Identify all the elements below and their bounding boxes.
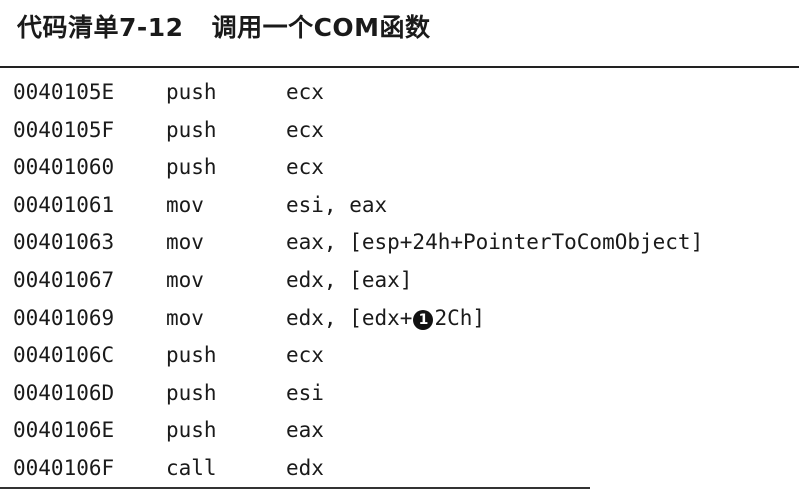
- operands: ecx: [286, 155, 324, 180]
- callout-marker-icon: 1: [413, 309, 434, 330]
- operands: ecx: [286, 117, 324, 142]
- operands-before-marker: edx, [edx+: [286, 305, 413, 330]
- mnemonic: mov: [166, 305, 204, 330]
- address: 0040106F: [13, 455, 115, 480]
- bottom-divider: [0, 487, 590, 489]
- address: 0040106C: [13, 343, 115, 368]
- address: 00401063: [13, 230, 115, 255]
- listing-caption: 代码清单7-12 调用一个COM函数: [17, 8, 431, 44]
- mnemonic: push: [166, 380, 217, 405]
- address: 0040105F: [13, 117, 115, 142]
- operands: eax, [esp+24h+PointerToComObject]: [286, 230, 704, 255]
- operands: esi, eax: [286, 192, 388, 217]
- operands: edx, [eax]: [286, 267, 413, 292]
- address: 00401069: [13, 305, 115, 330]
- operands-after-marker: 2Ch]: [434, 305, 486, 330]
- address: 00401060: [13, 155, 115, 180]
- address: 0040105E: [13, 80, 115, 104]
- operands: ecx: [286, 343, 324, 368]
- operands: eax: [286, 418, 324, 443]
- top-divider: [0, 66, 799, 68]
- mnemonic: push: [166, 155, 217, 180]
- mnemonic: push: [166, 418, 217, 443]
- operands: esi: [286, 380, 324, 405]
- mnemonic: mov: [166, 267, 204, 292]
- address: 00401061: [13, 192, 115, 217]
- operands: edx: [286, 455, 324, 480]
- mnemonic: push: [166, 343, 217, 368]
- address: 0040106E: [13, 418, 115, 443]
- operands: edx, [edx+ 1 2Ch]: [286, 300, 485, 338]
- mnemonic: mov: [166, 230, 204, 255]
- address: 00401067: [13, 267, 115, 292]
- listing-label: 代码清单7-12: [17, 13, 184, 42]
- listing-title: 调用一个COM函数: [211, 13, 431, 42]
- mnemonic: call: [166, 455, 217, 480]
- operands: ecx: [286, 80, 324, 104]
- mnemonic: push: [166, 80, 217, 104]
- mnemonic: push: [166, 117, 217, 142]
- address: 0040106D: [13, 380, 115, 405]
- mnemonic: mov: [166, 192, 204, 217]
